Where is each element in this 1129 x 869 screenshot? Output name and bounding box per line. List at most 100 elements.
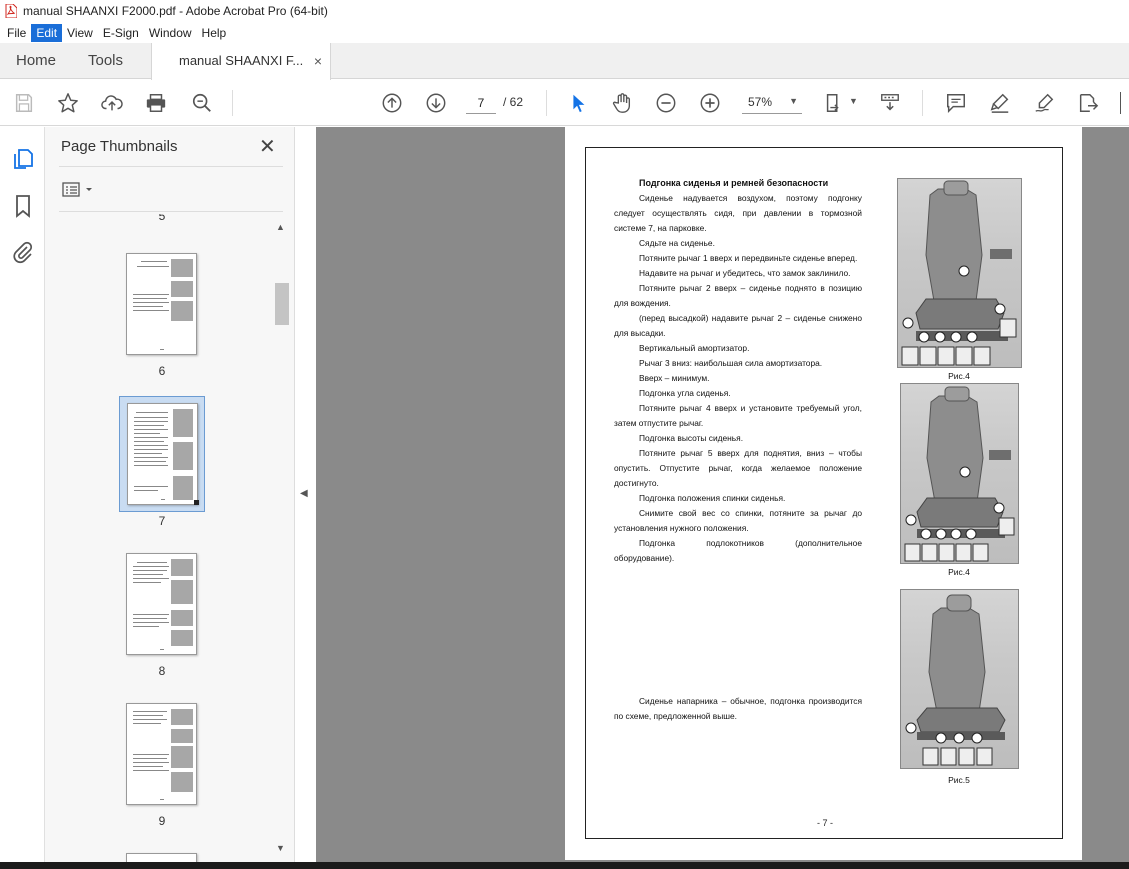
chevron-down-icon: ▼ [789,96,798,106]
thumbnail-page-9[interactable] [126,703,197,805]
paragraph: Потяните рычаг 4 вверх и установите треб… [614,403,862,428]
page-thumbnails-panel: Page Thumbnails ✕ 5 6 7 8 9 ▲ ▼ [45,127,295,865]
save-icon[interactable] [12,91,36,115]
scroll-down-icon[interactable]: ▼ [276,843,285,853]
fit-page-icon[interactable] [822,91,846,115]
zoom-out-icon[interactable] [654,91,678,115]
chevron-down-icon[interactable]: ▼ [849,96,858,106]
pdf-page: Подгонка сиденья и ремней безопасности С… [565,127,1082,860]
thumbnail-label: 6 [158,364,166,378]
figure-caption: Рис.4 [948,567,970,577]
title-bar: manual SHAANXI F2000.pdf - Adobe Acrobat… [0,0,1129,22]
figure-caption: Рис.5 [948,775,970,785]
attachment-icon[interactable] [11,240,35,264]
acrobat-pdf-icon [5,3,18,19]
menu-bar: File Edit View E-Sign Window Help [0,22,1129,43]
scroll-up-icon[interactable]: ▲ [276,222,285,232]
paragraph: Надавите на рычаг и убедитесь, что замок… [639,268,851,278]
menu-view[interactable]: View [62,24,98,42]
thumbnail-page-6[interactable] [126,253,197,355]
thumbnail-page-7[interactable] [127,403,199,505]
taskbar-strip [0,862,1129,869]
hand-icon[interactable] [610,91,634,115]
thumbnail-options-button[interactable] [62,181,102,199]
seat-photo [900,383,1019,564]
seat-photo [900,589,1019,769]
sign-icon[interactable] [1032,91,1056,115]
star-icon[interactable] [56,91,80,115]
thumbnail-scrollbar[interactable]: ▲ ▼ [273,219,290,862]
close-tab-icon[interactable]: × [314,43,322,79]
toolbar: / 62 57% ▼ ▼ [0,80,1129,126]
collapse-panel-icon[interactable]: ◀ [300,488,308,499]
close-panel-icon[interactable]: ✕ [259,134,276,159]
select-cursor-icon[interactable] [566,91,590,115]
export-icon[interactable] [1076,91,1100,115]
thumbnail-label: 9 [158,814,166,828]
menu-window[interactable]: Window [144,24,197,42]
prev-page-icon[interactable] [380,91,404,115]
paragraph: Подгонка положения спинки сиденья. [639,493,786,503]
zoom-in-icon[interactable] [698,91,722,115]
menu-file[interactable]: File [2,24,31,42]
scrollbar-thumb[interactable] [275,283,289,325]
tab-document-label: manual SHAANXI F... [179,53,304,68]
tab-bar: Home Tools manual SHAANXI F... × [0,43,1129,80]
panel-divider [59,166,283,167]
left-navigation-rail [0,127,45,869]
comment-icon[interactable] [944,91,968,115]
window-title: manual SHAANXI F2000.pdf - Adobe Acrobat… [23,4,328,18]
paragraph: Сиденье надувается воздухом, поэтому под… [614,193,862,233]
paragraph: Подгонка подлокотников (дополнительное о… [614,538,862,563]
paragraph: Подгонка высоты сиденья. [639,433,744,443]
page-total: / 62 [503,95,524,109]
upload-icon[interactable] [100,91,124,115]
thumbnail-label: 8 [158,664,166,678]
toolbar-separator [232,90,233,116]
print-icon[interactable] [144,91,168,115]
thumbnail-page-8[interactable] [126,553,197,655]
thumbnail-label: 7 [158,514,166,528]
tab-document[interactable]: manual SHAANXI F... × [151,43,331,80]
zoom-level-value: 57% [748,95,773,109]
paragraph: Подгонка угла сиденья. [639,388,731,398]
panel-divider [59,211,283,212]
scroll-mode-icon[interactable] [878,91,902,115]
panel-title: Page Thumbnails [61,138,178,155]
more-tools-icon[interactable] [1120,92,1129,114]
paragraph: (перед высадкой) надавите рычаг 2 – сиде… [614,313,862,338]
paragraph: Потяните рычаг 5 вверх для поднятия, вни… [614,448,862,488]
page-thumbnails-icon[interactable] [11,147,35,171]
paragraph: Вертикальный амортизатор. [639,343,750,353]
menu-edit[interactable]: Edit [31,23,63,42]
highlight-icon[interactable] [988,91,1012,115]
list-options-icon [62,182,92,197]
menu-help[interactable]: Help [197,24,232,42]
figure-caption: Рис.4 [948,371,970,381]
zoom-search-icon[interactable] [190,91,214,115]
toolbar-separator [922,90,923,116]
tab-home[interactable]: Home [16,43,56,79]
paragraph: Потяните рычаг 1 вверх и передвиньте сид… [639,253,858,263]
thumbnail-label: 5 [158,214,166,223]
seat-illustration [901,180,1017,366]
paragraph: Сиденье напарника – обычное, подгонка пр… [614,696,862,721]
bookmark-icon[interactable] [11,194,35,218]
zoom-level-dropdown[interactable]: 57% ▼ [742,92,802,114]
page-number-input[interactable] [466,92,496,114]
section-heading: Подгонка сиденья и ремней безопасности [639,178,829,188]
tab-tools[interactable]: Tools [88,43,123,79]
seat-illustration [905,594,1006,766]
menu-esign[interactable]: E-Sign [98,24,144,42]
document-view[interactable]: Подгонка сиденья и ремней безопасности С… [316,127,1129,869]
page-body-text: Подгонка сиденья и ремней безопасности С… [614,176,862,566]
seat-illustration [904,386,1015,562]
paragraph: Снимите свой вес со спинки, потяните за … [614,508,862,533]
page-number-label: - 7 - [816,818,833,828]
toolbar-separator [546,90,547,116]
next-page-icon[interactable] [424,91,448,115]
paragraph: Потяните рычаг 2 вверх – сиденье поднято… [614,283,862,308]
seat-photo [897,178,1022,368]
paragraph: Вверх – минимум. [639,373,710,383]
paragraph: Рычаг 3 вниз: наибольшая сила амортизато… [639,358,823,368]
